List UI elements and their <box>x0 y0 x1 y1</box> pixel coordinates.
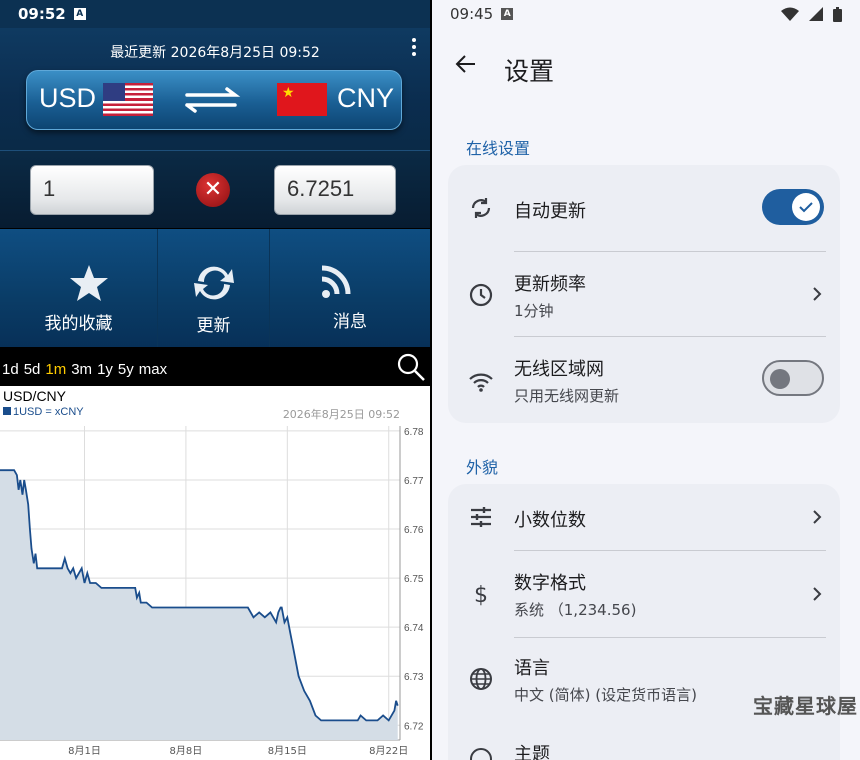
sync-icon <box>471 198 491 218</box>
settings-screen: 09:45 A 设置 在线设置 自动更新 更新频率 1分钟 无线区域网 只用无线… <box>432 0 860 760</box>
theme-label: 主题 <box>514 744 550 760</box>
range-5y[interactable]: 5y <box>118 361 134 378</box>
wifi-icon <box>469 373 493 392</box>
chart-title: USD/CNY <box>3 388 67 404</box>
amount-to-input[interactable]: 6.7251 <box>274 165 396 215</box>
clear-icon[interactable]: ✕ <box>196 173 230 207</box>
us-flag-icon <box>103 83 153 116</box>
more-menu-icon[interactable] <box>412 38 416 59</box>
notification-icon: A <box>501 8 514 20</box>
series-area <box>0 470 398 740</box>
amount-from-input[interactable]: 1 <box>30 165 154 215</box>
battery-icon <box>833 6 842 22</box>
svg-text:$: $ <box>474 583 488 607</box>
y-tick-label: 6.72 <box>404 721 424 732</box>
wifi-only-row[interactable]: 无线区域网 只用无线网更新 <box>448 337 840 423</box>
signal-icon <box>809 7 823 21</box>
favorites-label: 我的收藏 <box>44 314 113 334</box>
chevron-right-icon <box>813 587 822 601</box>
back-arrow-icon[interactable] <box>454 52 478 76</box>
x-tick-label: 8月1日 <box>68 745 101 757</box>
theme-icon <box>470 748 492 760</box>
range-1y[interactable]: 1y <box>97 361 113 378</box>
range-1d[interactable]: 1d <box>2 361 19 378</box>
status-bar: 09:45 A <box>432 0 860 28</box>
range-max[interactable]: max <box>139 361 167 378</box>
x-tick-label: 8月22日 <box>369 745 408 757</box>
section-appearance: 外貌 <box>466 458 499 477</box>
y-tick-label: 6.73 <box>404 672 424 683</box>
chevron-right-icon <box>813 287 822 301</box>
china-flag-icon: ★ <box>277 83 327 116</box>
range-3m[interactable]: 3m <box>71 361 92 378</box>
sliders-icon <box>471 507 491 527</box>
range-1m[interactable]: 1m <box>45 361 66 378</box>
y-tick-label: 6.76 <box>404 525 424 536</box>
from-currency[interactable]: USD <box>39 83 96 114</box>
language-value: 中文 (简体) (设定货币语言) <box>514 686 697 704</box>
x-tick-label: 8月15日 <box>268 745 307 757</box>
watermark: 宝藏星球屋 <box>753 694 858 718</box>
globe-icon <box>470 668 492 690</box>
auto-update-toggle[interactable] <box>762 189 824 225</box>
x-tick-label: 8月8日 <box>170 745 203 757</box>
action-bar: 我的收藏 更新 消息 <box>0 229 430 347</box>
chart-legend: 1USD = xCNY <box>3 406 84 418</box>
app-bar: 设置 <box>432 28 860 110</box>
screenshot-pair: 09:52 A 最近更新 2026年8月25日 09:52 USD ★ CNY <box>0 0 860 760</box>
language-label: 语言 <box>514 658 550 679</box>
status-time: 09:45 <box>450 5 494 23</box>
clock-icon <box>469 283 493 307</box>
auto-update-row[interactable]: 自动更新 <box>448 165 840 251</box>
check-icon <box>799 202 813 213</box>
wifi-only-desc: 只用无线网更新 <box>514 387 620 405</box>
currency-pair-bar[interactable]: USD ★ CNY <box>26 70 402 130</box>
converter-header: 最近更新 2026年8月25日 09:52 USD ★ CNY <box>0 28 430 150</box>
y-tick-label: 6.78 <box>404 427 424 438</box>
update-frequency-value: 1分钟 <box>514 302 554 320</box>
online-settings-card: 自动更新 更新频率 1分钟 无线区域网 只用无线网更新 <box>448 165 840 423</box>
auto-update-label: 自动更新 <box>514 201 586 222</box>
wifi-only-label: 无线区域网 <box>514 359 604 380</box>
currency-app-screen: 09:52 A 最近更新 2026年8月25日 09:52 USD ★ CNY <box>0 0 430 760</box>
refresh-icon <box>194 266 234 300</box>
section-online: 在线设置 <box>466 139 531 158</box>
number-format-label: 数字格式 <box>514 573 586 594</box>
to-currency[interactable]: CNY <box>337 83 394 114</box>
last-updated: 最近更新 2026年8月25日 09:52 <box>110 45 320 61</box>
status-icons <box>781 6 842 22</box>
refresh-button[interactable]: 更新 <box>158 229 270 347</box>
rss-icon <box>321 265 351 298</box>
update-frequency-label: 更新频率 <box>514 274 586 295</box>
star-icon <box>70 265 108 301</box>
notification-icon: A <box>73 8 86 20</box>
status-bar: 09:52 A <box>0 0 430 28</box>
y-tick-label: 6.75 <box>404 574 424 585</box>
status-time: 09:52 <box>18 5 66 23</box>
favorites-button[interactable]: 我的收藏 <box>0 229 158 347</box>
refresh-label: 更新 <box>196 316 231 336</box>
chart-timestamp: 2026年8月25日 09:52 <box>282 408 400 421</box>
dollar-icon: $ <box>474 583 488 607</box>
range-selector: 1d 5d 1m 3m 1y 5y max <box>0 349 430 385</box>
theme-row[interactable]: 主题 <box>448 724 840 760</box>
y-tick-label: 6.77 <box>404 476 424 487</box>
swap-icon[interactable] <box>183 85 243 115</box>
news-label: 消息 <box>333 312 367 332</box>
range-5d[interactable]: 5d <box>24 361 41 378</box>
y-tick-label: 6.74 <box>404 623 424 634</box>
update-frequency-row[interactable]: 更新频率 1分钟 <box>448 252 840 336</box>
rate-chart-svg: 6.72 6.73 6.74 6.75 6.76 6.77 6.78 8月1日 8月8日 8月15… <box>0 426 424 757</box>
number-format-row[interactable]: $ 数字格式 系统 （1,234.56) <box>448 551 840 637</box>
wifi-only-toggle[interactable] <box>762 360 824 396</box>
decimal-places-row[interactable]: 小数位数 <box>448 484 840 550</box>
rate-chart: 6.72 6.73 6.74 6.75 6.76 6.77 6.78 8月1日 8月8日 8月15… <box>0 386 430 760</box>
decimal-places-label: 小数位数 <box>514 510 586 531</box>
wifi-icon <box>781 7 799 21</box>
number-format-value: 系统 （1,234.56) <box>514 601 637 619</box>
chevron-right-icon <box>813 510 822 524</box>
search-icon[interactable] <box>396 352 426 382</box>
page-title: 设置 <box>504 57 555 86</box>
news-button[interactable]: 消息 <box>270 229 430 347</box>
